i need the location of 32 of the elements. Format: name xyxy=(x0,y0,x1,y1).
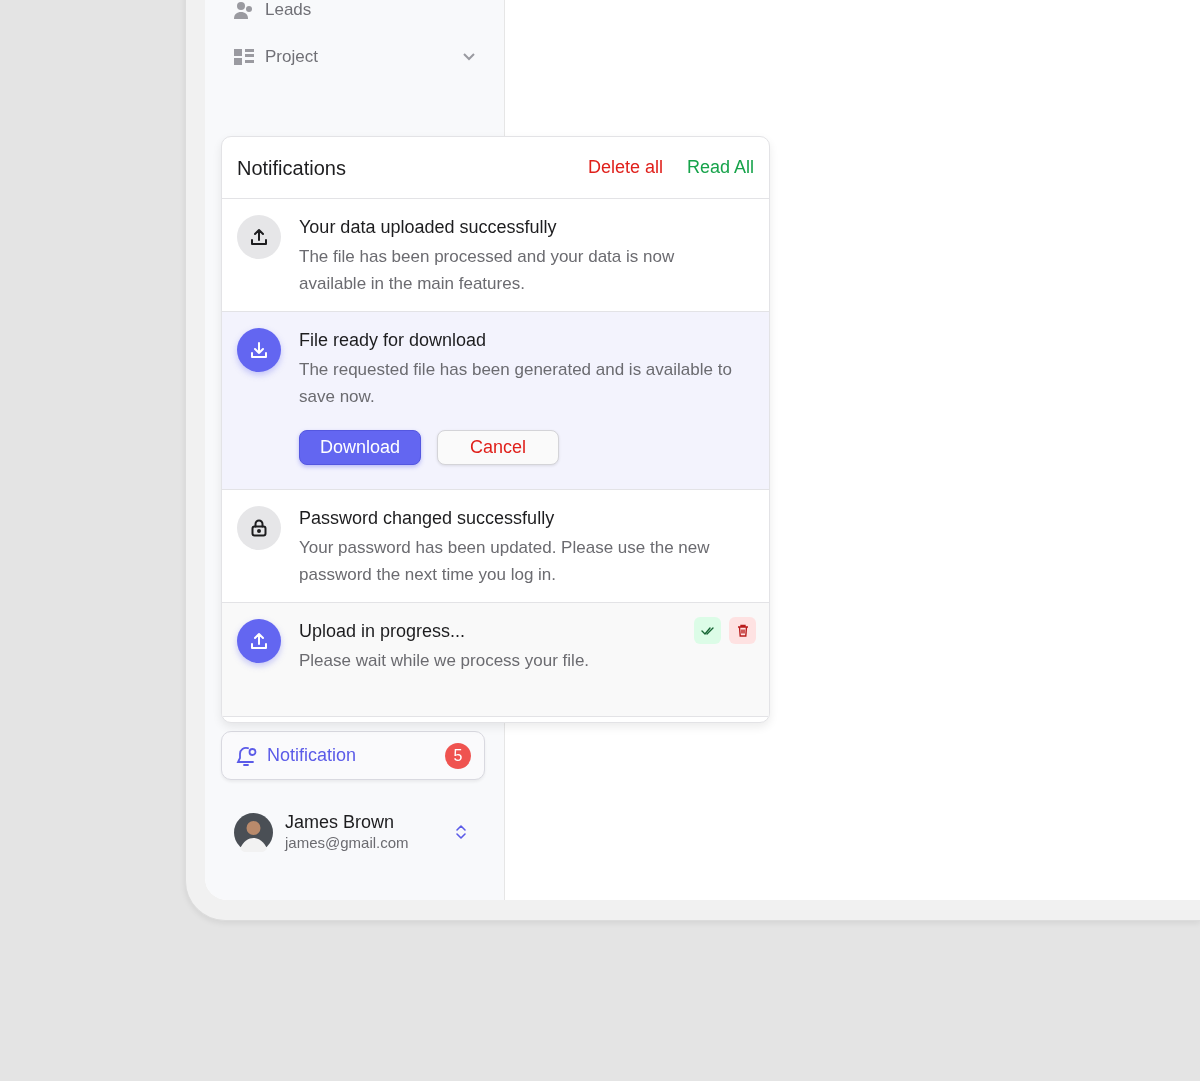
read-all-link[interactable]: Read All xyxy=(686,154,754,181)
notification-title: Your data uploaded successfully xyxy=(299,216,557,239)
user-email: james@gmail.com xyxy=(285,833,409,853)
people-icon xyxy=(233,0,255,20)
trash-icon xyxy=(736,624,749,637)
notification-title: Password changed successfully xyxy=(299,507,555,530)
double-check-icon xyxy=(700,625,715,636)
delete-button[interactable] xyxy=(729,617,756,644)
download-button[interactable]: Download xyxy=(299,430,421,465)
notification-button[interactable]: Notification 5 xyxy=(221,731,485,780)
mark-read-button[interactable] xyxy=(694,617,721,644)
notification-title: File ready for download xyxy=(299,329,487,352)
notification-item[interactable]: Your data uploaded successfully The file has been processed and your data is now available in the main features. xyxy=(222,199,769,312)
user-name: James Brown xyxy=(285,811,396,833)
notification-title: Upload in progress... xyxy=(299,620,466,643)
notification-item[interactable]: Password changed successfully Your password has been updated. Please use the new password the next time you log in. xyxy=(222,490,769,603)
notification-message: Please wait while we process your file. xyxy=(299,650,590,672)
count-badge: 5 xyxy=(445,742,471,769)
notification-item[interactable]: Upload in progress... Please wait while we process your file. xyxy=(222,603,769,717)
grid-icon xyxy=(233,47,255,67)
avatar xyxy=(234,812,273,852)
notification-message: The file has been processed and your data is now available in the main features. xyxy=(299,246,676,295)
delete-all-link[interactable]: Delete all xyxy=(587,154,663,181)
chevron-down-icon[interactable] xyxy=(462,52,476,62)
chevron-up-down-icon[interactable] xyxy=(455,824,467,840)
panel-title: Notifications xyxy=(237,155,346,181)
notification-item[interactable]: File ready for download The requested file has been generated and is available to save now. Download Cancel xyxy=(222,312,769,490)
cancel-button[interactable]: Cancel xyxy=(437,430,559,465)
notification-message: Your password has been updated. Please use the new password the next time you log in. xyxy=(299,537,711,586)
sidebar-item[interactable]: Leads xyxy=(265,0,312,23)
sidebar-item[interactable]: Project xyxy=(265,44,318,70)
notification-message: The requested file has been generated and is available to save now. xyxy=(299,359,733,408)
